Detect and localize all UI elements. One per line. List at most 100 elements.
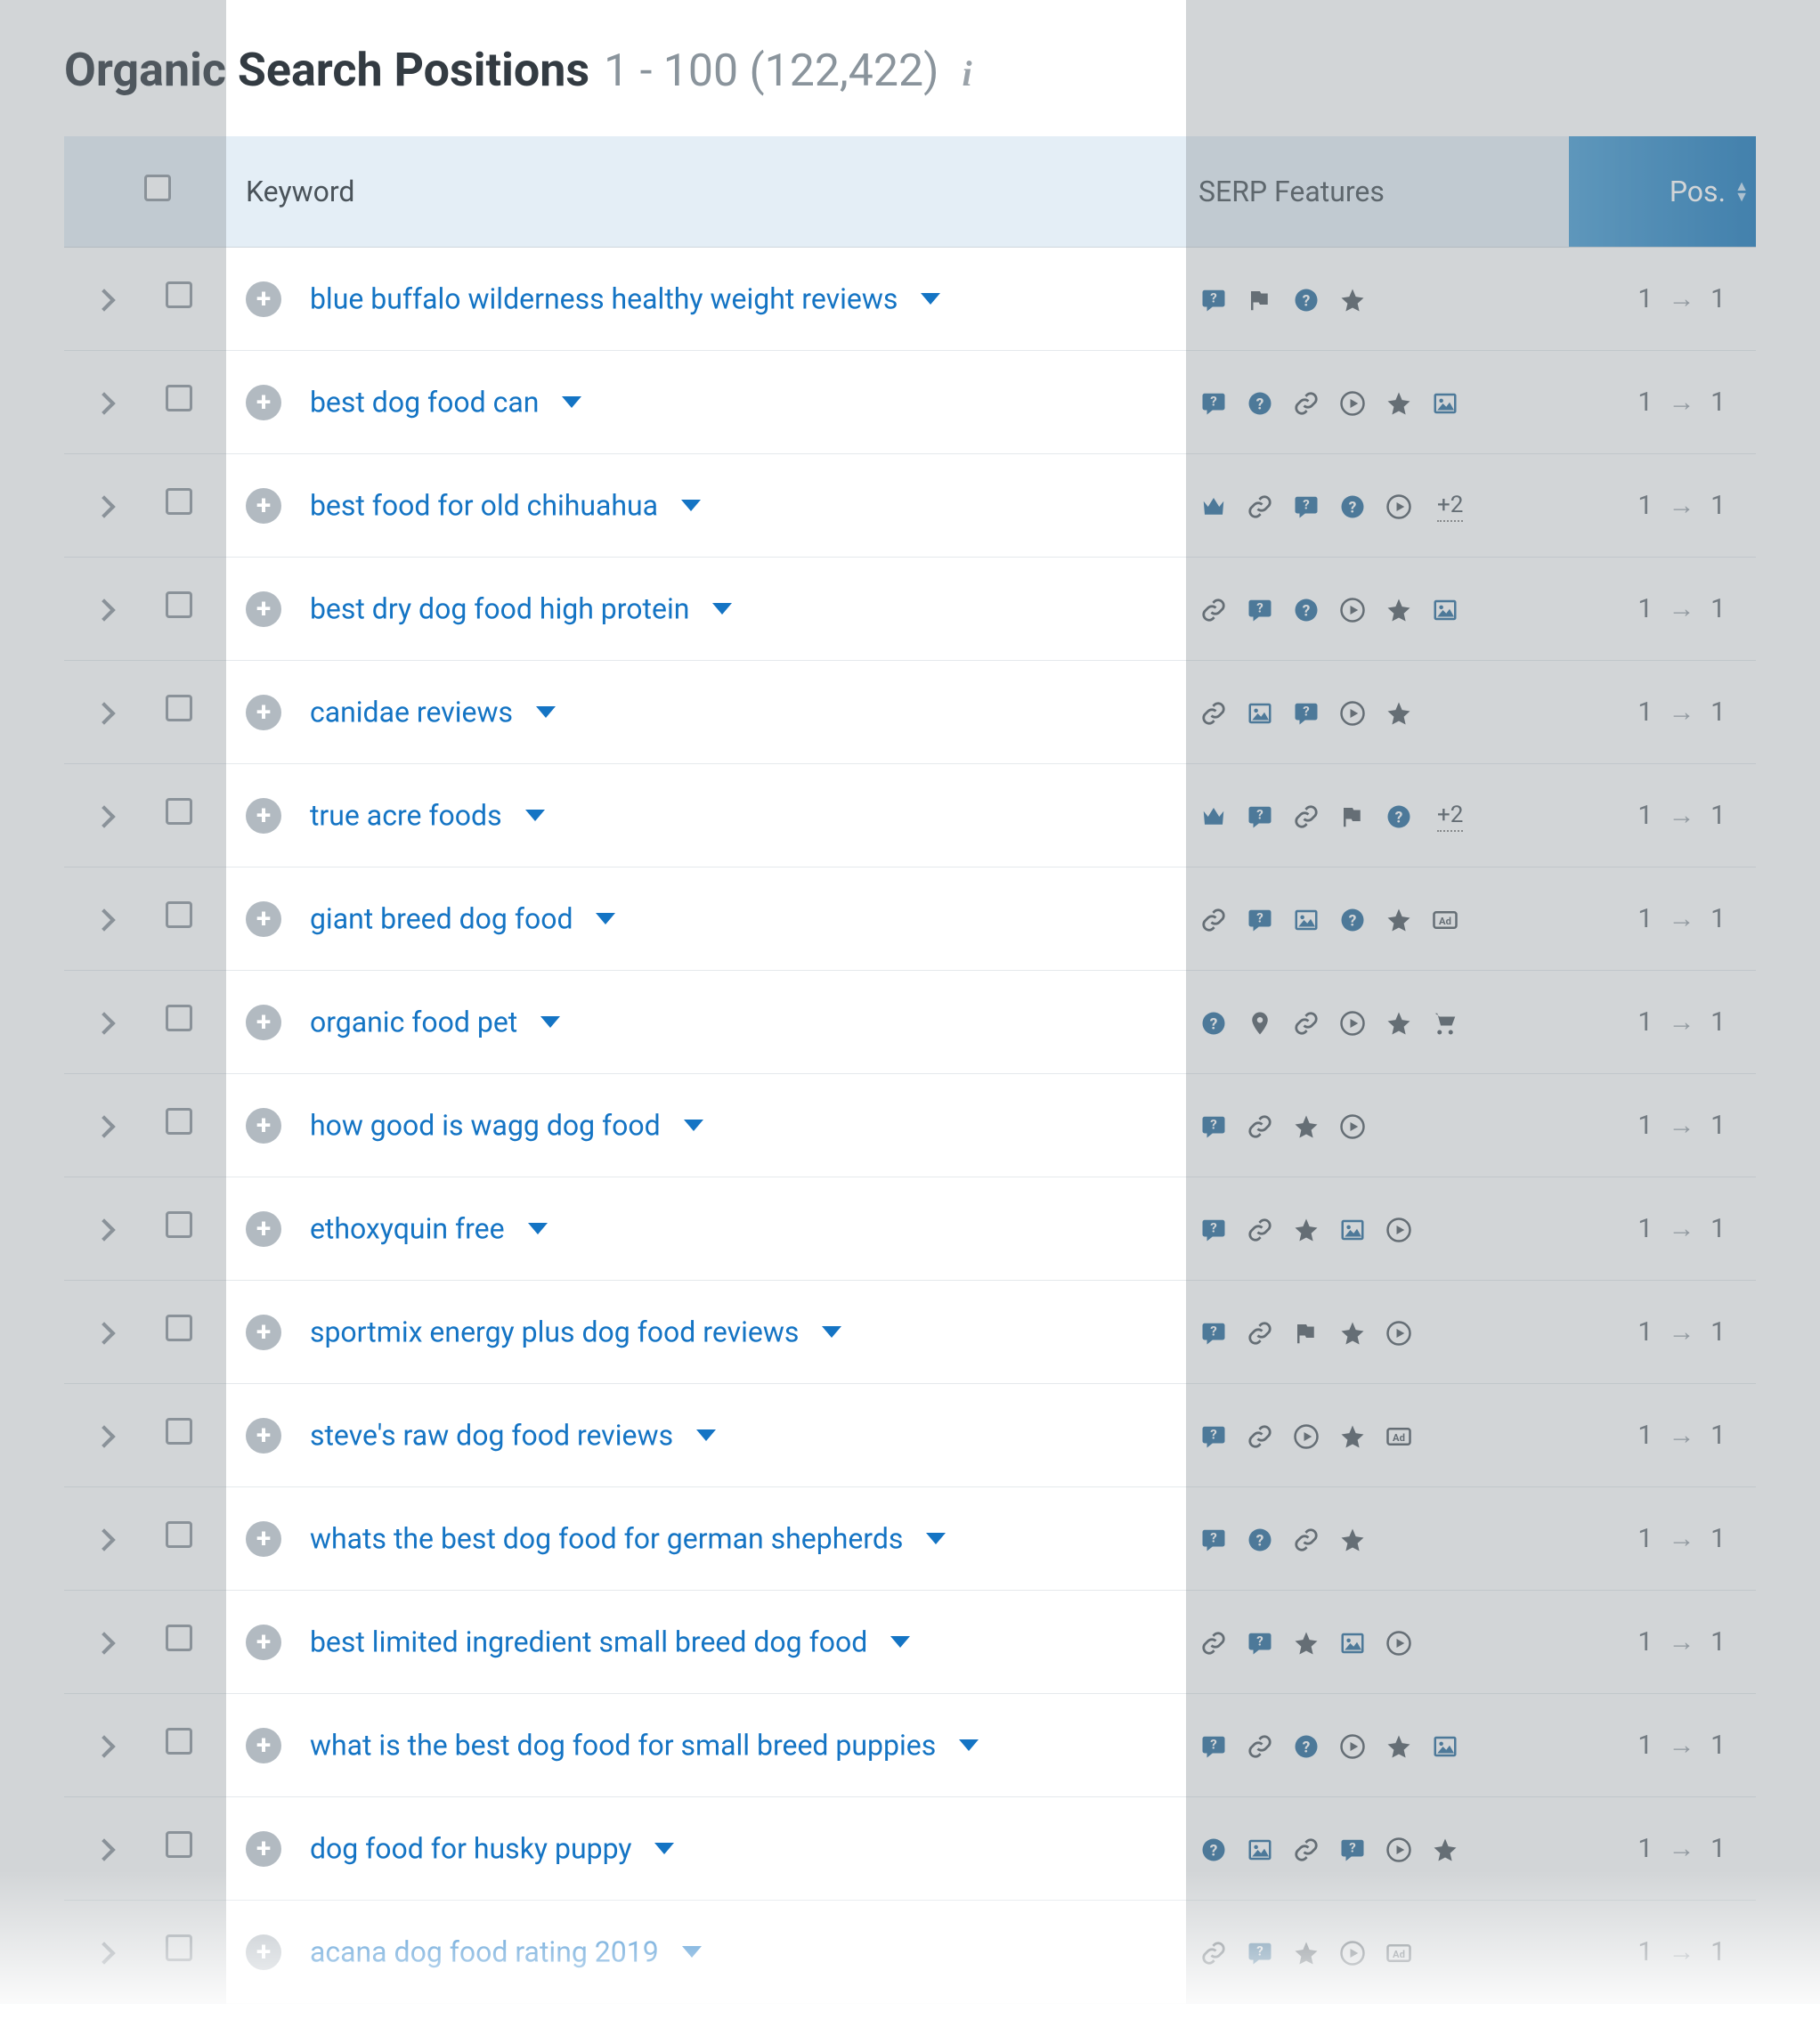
add-keyword-button[interactable] xyxy=(246,591,281,627)
faq-icon[interactable] xyxy=(1198,1835,1229,1865)
star-icon[interactable] xyxy=(1384,1008,1414,1038)
link-icon[interactable] xyxy=(1291,1008,1321,1038)
add-keyword-button[interactable] xyxy=(246,1831,281,1867)
link-icon[interactable] xyxy=(1291,388,1321,419)
faq-icon[interactable] xyxy=(1291,595,1321,625)
add-keyword-button[interactable] xyxy=(246,901,281,937)
expand-icon[interactable] xyxy=(93,1838,115,1861)
chevron-down-icon[interactable] xyxy=(562,396,581,408)
row-checkbox[interactable] xyxy=(166,1005,192,1031)
star-icon[interactable] xyxy=(1384,388,1414,419)
keyword-link[interactable]: whats the best dog food for german sheph… xyxy=(310,1522,903,1556)
chevron-down-icon[interactable] xyxy=(540,1016,560,1028)
flag-icon[interactable] xyxy=(1291,1318,1321,1348)
link-icon[interactable] xyxy=(1245,492,1275,522)
keyword-link[interactable]: best limited ingredient small breed dog … xyxy=(310,1625,867,1659)
image-icon[interactable] xyxy=(1245,1835,1275,1865)
featured-snippet-icon[interactable] xyxy=(1245,1628,1275,1658)
crown-icon[interactable] xyxy=(1198,492,1229,522)
featured-snippet-icon[interactable] xyxy=(1245,802,1275,832)
image-icon[interactable] xyxy=(1337,1628,1368,1658)
add-keyword-button[interactable] xyxy=(246,385,281,420)
row-checkbox[interactable] xyxy=(166,385,192,411)
col-position[interactable]: Pos. ▲▼ xyxy=(1569,136,1756,247)
star-icon[interactable] xyxy=(1337,1525,1368,1555)
featured-snippet-icon[interactable] xyxy=(1198,1525,1229,1555)
add-keyword-button[interactable] xyxy=(246,1315,281,1350)
row-checkbox[interactable] xyxy=(166,1418,192,1445)
featured-snippet-icon[interactable] xyxy=(1245,1938,1275,1968)
expand-icon[interactable] xyxy=(93,599,115,621)
link-icon[interactable] xyxy=(1198,595,1229,625)
row-checkbox[interactable] xyxy=(166,1211,192,1238)
video-icon[interactable] xyxy=(1337,698,1368,729)
faq-icon[interactable] xyxy=(1337,905,1368,935)
chevron-down-icon[interactable] xyxy=(536,706,556,718)
more-serp-count[interactable]: +2 xyxy=(1437,492,1463,522)
video-icon[interactable] xyxy=(1291,1421,1321,1452)
more-serp-count[interactable]: +2 xyxy=(1437,802,1463,832)
expand-icon[interactable] xyxy=(93,1425,115,1447)
featured-snippet-icon[interactable] xyxy=(1198,285,1229,315)
video-icon[interactable] xyxy=(1337,595,1368,625)
featured-snippet-icon[interactable] xyxy=(1245,595,1275,625)
chevron-down-icon[interactable] xyxy=(926,1533,946,1544)
chevron-down-icon[interactable] xyxy=(890,1636,910,1648)
col-select-all[interactable] xyxy=(144,136,226,247)
row-checkbox[interactable] xyxy=(166,1521,192,1548)
sort-icon[interactable]: ▲▼ xyxy=(1735,182,1749,201)
featured-snippet-icon[interactable] xyxy=(1198,1112,1229,1142)
faq-icon[interactable] xyxy=(1198,1008,1229,1038)
expand-icon[interactable] xyxy=(93,1632,115,1654)
link-icon[interactable] xyxy=(1291,802,1321,832)
expand-icon[interactable] xyxy=(93,1528,115,1551)
add-keyword-button[interactable] xyxy=(246,1728,281,1763)
row-checkbox[interactable] xyxy=(166,281,192,308)
chevron-down-icon[interactable] xyxy=(822,1326,841,1338)
link-icon[interactable] xyxy=(1245,1731,1275,1762)
add-keyword-button[interactable] xyxy=(246,1108,281,1144)
star-icon[interactable] xyxy=(1291,1628,1321,1658)
image-icon[interactable] xyxy=(1430,1731,1460,1762)
link-icon[interactable] xyxy=(1291,1525,1321,1555)
crown-icon[interactable] xyxy=(1198,802,1229,832)
add-keyword-button[interactable] xyxy=(246,1005,281,1040)
expand-icon[interactable] xyxy=(93,1012,115,1034)
video-icon[interactable] xyxy=(1337,1008,1368,1038)
keyword-link[interactable]: dog food for husky puppy xyxy=(310,1832,632,1866)
ads-icon[interactable] xyxy=(1384,1421,1414,1452)
star-icon[interactable] xyxy=(1337,285,1368,315)
chevron-down-icon[interactable] xyxy=(525,810,545,821)
faq-icon[interactable] xyxy=(1291,285,1321,315)
link-icon[interactable] xyxy=(1198,905,1229,935)
keyword-link[interactable]: best dry dog food high protein xyxy=(310,592,690,626)
row-checkbox[interactable] xyxy=(166,1728,192,1755)
link-icon[interactable] xyxy=(1245,1215,1275,1245)
star-icon[interactable] xyxy=(1384,905,1414,935)
add-keyword-button[interactable] xyxy=(246,488,281,524)
row-checkbox[interactable] xyxy=(166,1625,192,1651)
chevron-down-icon[interactable] xyxy=(596,913,615,924)
featured-snippet-icon[interactable] xyxy=(1198,1731,1229,1762)
add-keyword-button[interactable] xyxy=(246,281,281,317)
video-icon[interactable] xyxy=(1337,1112,1368,1142)
chevron-down-icon[interactable] xyxy=(654,1843,674,1854)
video-icon[interactable] xyxy=(1337,1938,1368,1968)
faq-icon[interactable] xyxy=(1337,492,1368,522)
chevron-down-icon[interactable] xyxy=(682,1946,702,1958)
video-icon[interactable] xyxy=(1384,1835,1414,1865)
featured-snippet-icon[interactable] xyxy=(1337,1835,1368,1865)
col-serp[interactable]: SERP Features xyxy=(1186,136,1569,247)
add-keyword-button[interactable] xyxy=(246,1625,281,1660)
add-keyword-button[interactable] xyxy=(246,1934,281,1970)
video-icon[interactable] xyxy=(1337,1731,1368,1762)
expand-icon[interactable] xyxy=(93,1218,115,1241)
chevron-down-icon[interactable] xyxy=(681,500,701,511)
link-icon[interactable] xyxy=(1245,1421,1275,1452)
featured-snippet-icon[interactable] xyxy=(1198,1318,1229,1348)
keyword-link[interactable]: sportmix energy plus dog food reviews xyxy=(310,1315,799,1349)
link-icon[interactable] xyxy=(1245,1318,1275,1348)
star-icon[interactable] xyxy=(1337,1421,1368,1452)
link-icon[interactable] xyxy=(1245,1112,1275,1142)
video-icon[interactable] xyxy=(1384,1318,1414,1348)
